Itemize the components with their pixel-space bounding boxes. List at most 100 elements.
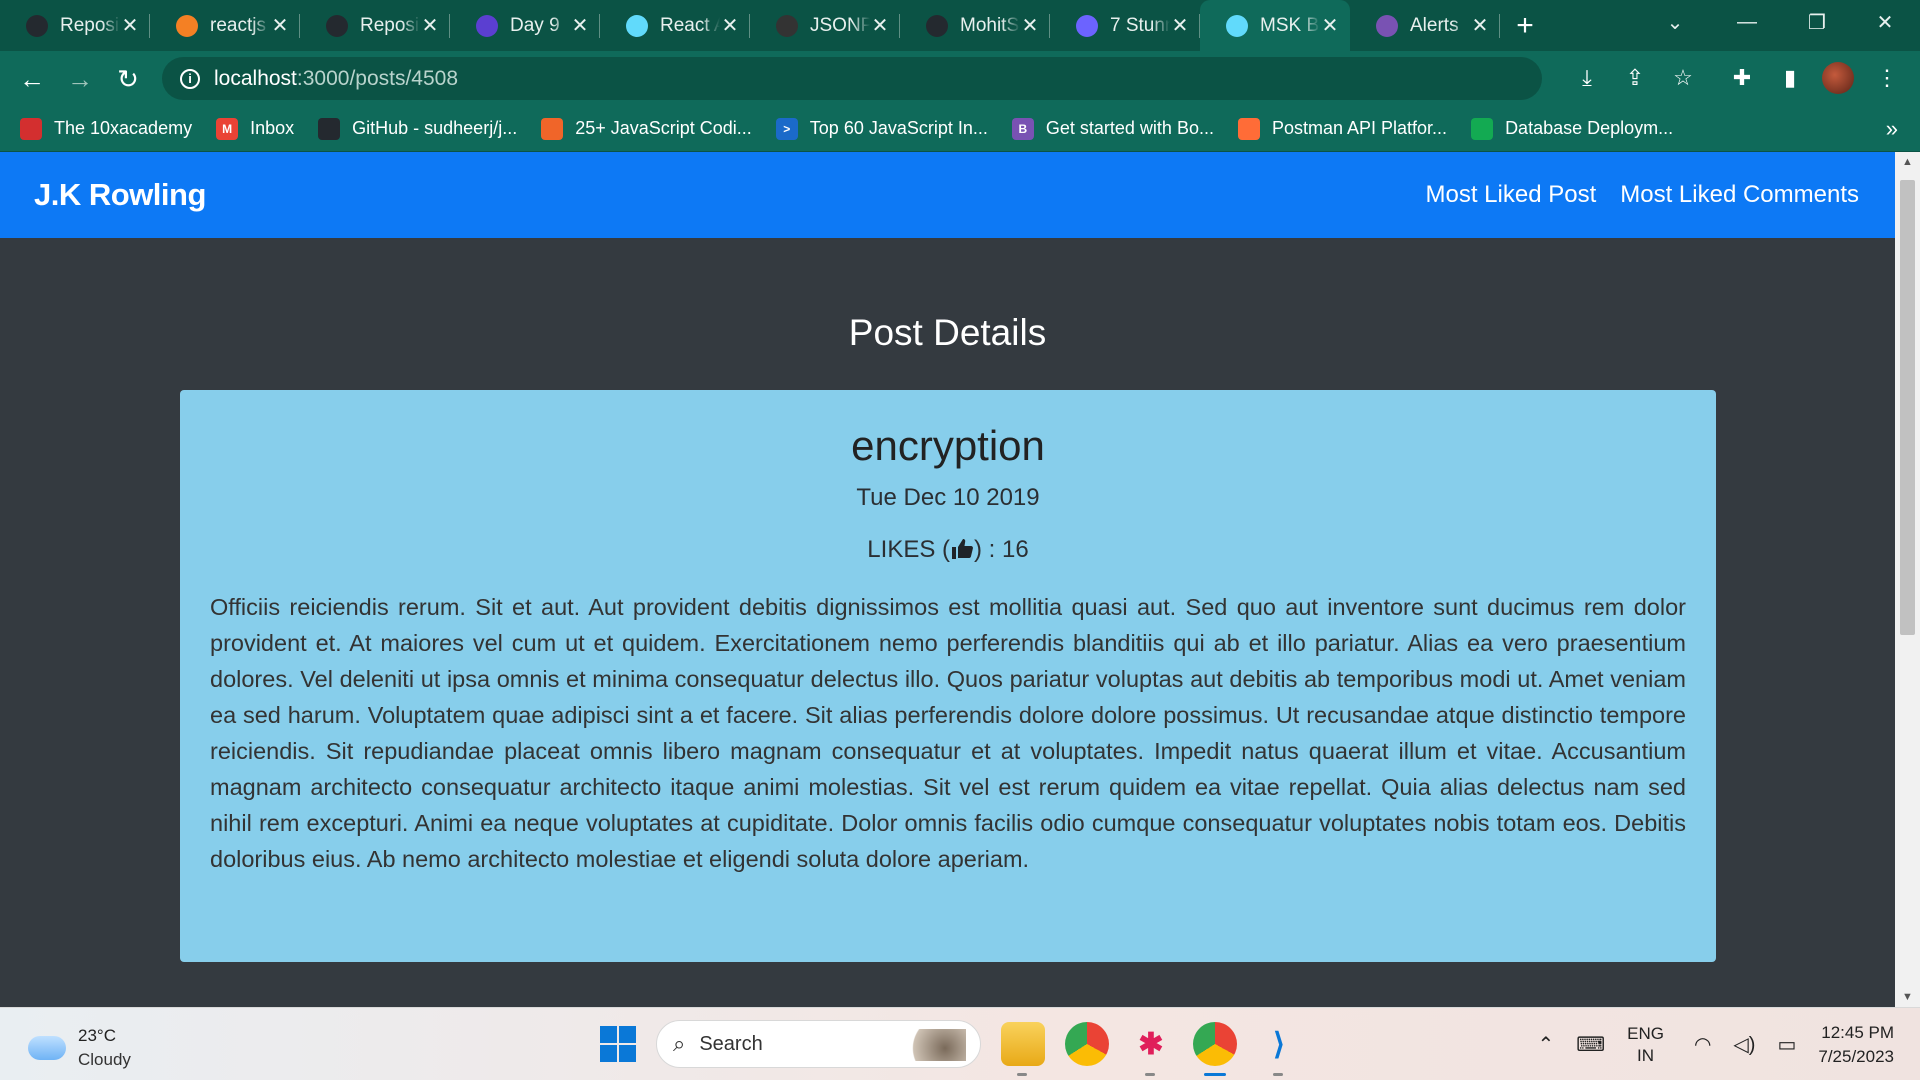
battery-icon[interactable]: ▭ xyxy=(1777,1032,1796,1057)
chrome-profile-icon[interactable] xyxy=(1193,1022,1237,1076)
browser-tab[interactable]: JSONPlaceholder✕ xyxy=(750,0,900,51)
tab-title: JSONPlaceholder xyxy=(810,14,870,36)
show-hidden-icons-icon[interactable]: ⌃ xyxy=(1537,1032,1554,1057)
nav-most-liked-post[interactable]: Most Liked Post xyxy=(1426,181,1597,209)
restore-icon[interactable]: ❐ xyxy=(1782,0,1852,44)
menu-icon[interactable]: ⋮ xyxy=(1870,61,1904,95)
thumbs-up-icon[interactable] xyxy=(950,538,974,567)
browser-tab[interactable]: Alerts ✕ xyxy=(1350,0,1500,51)
tab-title: MSK Blog xyxy=(1260,14,1320,36)
browser-tab[interactable]: React App✕ xyxy=(600,0,750,51)
stackoverflow-icon xyxy=(176,14,198,37)
extensions-icon[interactable]: ✚ xyxy=(1725,61,1759,95)
nav-most-liked-comments[interactable]: Most Liked Comments xyxy=(1620,181,1859,209)
bookmark-favicon-icon xyxy=(541,117,564,140)
browser-tab[interactable]: Repositories✕ xyxy=(0,0,150,51)
weather-widget[interactable]: 23°C Cloudy xyxy=(28,1024,131,1072)
bookmark-item[interactable]: Postman API Platfor... xyxy=(1237,117,1447,140)
bookmark-star-icon[interactable]: ☆ xyxy=(1666,61,1700,95)
close-tab-icon[interactable]: ✕ xyxy=(120,13,140,38)
close-tab-icon[interactable]: ✕ xyxy=(1320,13,1340,38)
bookmark-item[interactable]: B Get started with Bo... xyxy=(1011,117,1214,140)
bookmark-favicon-icon: > xyxy=(775,117,798,140)
reload-icon[interactable]: ↻ xyxy=(104,55,152,103)
minimize-icon[interactable]: — xyxy=(1712,0,1782,44)
site-info-icon[interactable]: i xyxy=(180,68,200,89)
weather-temp: 23°C xyxy=(78,1026,116,1045)
taskbar-search[interactable]: ⌕ Search xyxy=(656,1020,981,1068)
bookmark-item[interactable]: 25+ JavaScript Codi... xyxy=(541,117,752,140)
github-icon xyxy=(926,14,948,37)
bookmark-label: Database Deploym... xyxy=(1505,118,1674,138)
scroll-up-icon[interactable]: ▲ xyxy=(1895,156,1920,168)
search-icon: ⌕ xyxy=(673,1031,686,1056)
tab-search-icon[interactable]: ⌄ xyxy=(1640,0,1710,44)
bookmark-item[interactable]: GitHub - sudheerj/j... xyxy=(318,117,518,140)
page-scrollbar[interactable]: ▲ ▼ xyxy=(1895,152,1920,1007)
likes-prefix: LIKES ( xyxy=(867,536,950,563)
browser-tab[interactable]: 7 Stunning✕ xyxy=(1050,0,1200,51)
share-icon[interactable]: ⇪ xyxy=(1618,61,1652,95)
bookmark-item[interactable]: M Inbox xyxy=(216,117,295,140)
volume-icon[interactable]: ◁) xyxy=(1733,1032,1755,1057)
clock[interactable]: 12:45 PM 7/25/2023 xyxy=(1818,1021,1894,1069)
tab-title: Repositories xyxy=(60,14,120,36)
slack-icon[interactable]: ✱ xyxy=(1129,1022,1173,1076)
bootstrap-icon xyxy=(1376,14,1398,37)
close-window-icon[interactable]: ✕ xyxy=(1850,0,1920,44)
bookmark-favicon-icon xyxy=(20,117,42,140)
close-tab-icon[interactable]: ✕ xyxy=(1020,13,1040,38)
bookmarks-overflow-icon[interactable]: » xyxy=(1886,116,1898,142)
bookmark-favicon-icon xyxy=(1237,117,1260,140)
address-bar[interactable]: i localhost:3000/posts/4508 xyxy=(162,57,1542,100)
browser-tab[interactable]: MSK Blog✕ xyxy=(1200,0,1350,51)
close-tab-icon[interactable]: ✕ xyxy=(1170,13,1190,38)
start-icon[interactable] xyxy=(600,1026,636,1062)
forward-icon[interactable]: → xyxy=(56,55,104,103)
keyboard-icon[interactable]: ⌨ xyxy=(1576,1032,1605,1057)
bolt-icon xyxy=(1076,14,1098,37)
doc-icon xyxy=(476,14,498,37)
scrollbar-thumb[interactable] xyxy=(1900,180,1915,635)
close-tab-icon[interactable]: ✕ xyxy=(420,13,440,38)
browser-tab[interactable]: MohitS ✕ xyxy=(900,0,1050,51)
browser-tab[interactable]: reactjs ✕ xyxy=(150,0,300,51)
vscode-icon[interactable]: ⟩ xyxy=(1257,1022,1301,1076)
brand-logo[interactable]: J.K Rowling xyxy=(34,177,206,213)
close-tab-icon[interactable]: ✕ xyxy=(570,13,590,38)
back-icon[interactable]: ← xyxy=(8,55,56,103)
language-indicator[interactable]: ENG IN xyxy=(1627,1023,1664,1067)
system-tray: ⌃ ⌨ ENG IN ◠ ◁) ▭ 12:45 PM 7/25/2023 xyxy=(1537,1008,1920,1080)
browser-tab[interactable]: Day 9 ✕ xyxy=(450,0,600,51)
profile-avatar[interactable] xyxy=(1822,62,1854,94)
close-tab-icon[interactable]: ✕ xyxy=(270,13,290,38)
close-tab-icon[interactable]: ✕ xyxy=(870,13,890,38)
close-tab-icon[interactable]: ✕ xyxy=(720,13,740,38)
github-icon xyxy=(326,14,348,37)
bookmark-item[interactable]: Database Deploym... xyxy=(1471,117,1674,140)
bookmark-favicon-icon: B xyxy=(1011,117,1034,140)
chrome-icon[interactable] xyxy=(1065,1022,1109,1066)
tab-title: Alerts xyxy=(1410,14,1459,36)
react-icon xyxy=(626,14,648,37)
windows-taskbar: 23°C Cloudy ⌕ Search ✱ ⟩ ⌃ ⌨ ENG IN ◠ ◁)… xyxy=(0,1007,1920,1080)
browser-tab[interactable]: Repositories✕ xyxy=(300,0,450,51)
file-explorer-icon[interactable] xyxy=(1001,1022,1045,1076)
clock-time: 12:45 PM xyxy=(1821,1022,1894,1042)
bookmark-favicon-icon: M xyxy=(216,117,239,140)
wifi-icon[interactable]: ◠ xyxy=(1694,1032,1711,1057)
install-icon[interactable]: ⤓ xyxy=(1570,61,1604,95)
bookmark-label: GitHub - sudheerj/j... xyxy=(352,118,518,138)
bookmark-item[interactable]: The 10xacademy xyxy=(20,117,192,140)
clock-date: 7/25/2023 xyxy=(1818,1046,1894,1066)
new-tab-button[interactable]: + xyxy=(1500,0,1550,51)
search-highlight-icon xyxy=(896,1029,966,1061)
bookmark-item[interactable]: > Top 60 JavaScript In... xyxy=(775,117,988,140)
side-panel-icon[interactable]: ▮ xyxy=(1773,61,1807,95)
page-viewport: J.K Rowling Most Liked Post Most Liked C… xyxy=(0,152,1895,1007)
bookmark-label: Inbox xyxy=(250,118,295,138)
close-tab-icon[interactable]: ✕ xyxy=(1470,13,1490,38)
scroll-down-icon[interactable]: ▼ xyxy=(1895,991,1920,1003)
post-likes: LIKES () : 16 xyxy=(210,536,1686,567)
github-icon xyxy=(26,14,48,37)
